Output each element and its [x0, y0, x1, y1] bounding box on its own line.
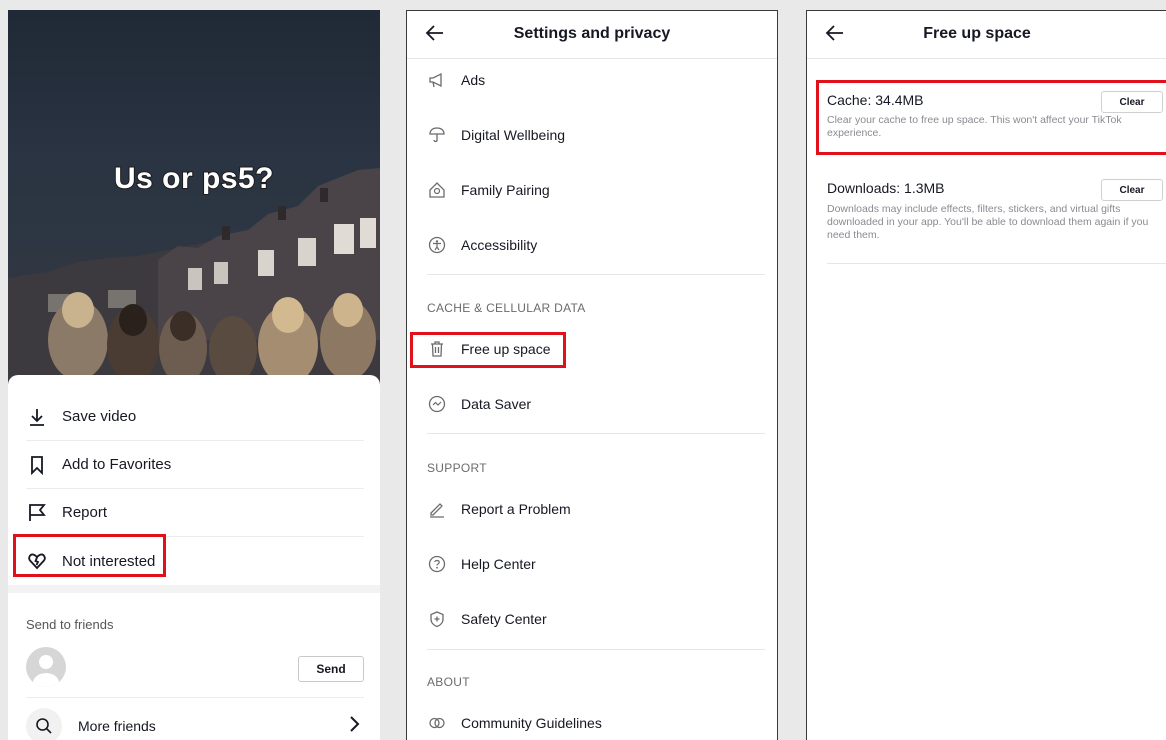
add-to-favorites-button[interactable]: Add to Favorites [26, 441, 364, 489]
report-button[interactable]: Report [26, 489, 364, 537]
settings-item-digital-wellbeing[interactable]: Digital Wellbeing [427, 120, 765, 150]
settings-item-label: Digital Wellbeing [461, 127, 566, 143]
section-header-about: ABOUT [427, 675, 470, 689]
not-interested-button[interactable]: Not interested [26, 537, 364, 585]
settings-item-label: Report a Problem [461, 501, 571, 517]
bookmark-icon [26, 454, 48, 476]
cache-description: Clear your cache to free up space. This … [827, 114, 1122, 139]
settings-item-data-saver[interactable]: Data Saver [427, 389, 765, 419]
shield-icon [427, 609, 447, 629]
more-friends-label: More friends [78, 717, 156, 734]
page-title: Settings and privacy [513, 25, 671, 42]
megaphone-icon [427, 70, 447, 90]
settings-item-accessibility[interactable]: Accessibility [427, 230, 765, 260]
settings-item-label: Ads [461, 72, 486, 88]
avatar[interactable] [26, 647, 66, 687]
broken-heart-icon [26, 550, 48, 572]
settings-item-label: Data Saver [461, 396, 532, 412]
report-label: Report [62, 504, 108, 521]
section-header-support: SUPPORT [427, 461, 487, 475]
settings-item-safety-center[interactable]: Safety Center [427, 604, 765, 634]
download-icon [26, 406, 48, 428]
umbrella-icon [427, 125, 447, 145]
not-interested-label: Not interested [62, 552, 156, 570]
help-icon [427, 554, 447, 574]
save-video-button[interactable]: Save video [26, 393, 364, 441]
section-divider [8, 585, 380, 593]
send-button[interactable]: Send [298, 656, 364, 682]
divider [427, 649, 765, 650]
search-icon [26, 707, 62, 740]
rings-icon [427, 713, 447, 733]
settings-item-label: Safety Center [461, 611, 547, 627]
divider [827, 263, 1166, 264]
flag-icon [26, 502, 48, 524]
house-icon [427, 180, 447, 200]
settings-item-label: Free up space [461, 341, 551, 357]
settings-item-label: Family Pairing [461, 182, 550, 198]
more-friends-button[interactable]: More friends [26, 697, 364, 740]
divider [427, 274, 765, 275]
cache-size-label: Cache: 34.4MB [827, 92, 924, 108]
clear-downloads-button[interactable]: Clear [1101, 179, 1163, 201]
accessibility-icon [427, 235, 447, 255]
settings-privacy-panel: Settings and privacy Ads Digital Wellbei… [406, 10, 778, 740]
downloads-description: Downloads may include effects, filters, … [827, 203, 1149, 241]
trash-icon [427, 339, 447, 359]
header: Settings and privacy [407, 11, 777, 59]
pencil-icon [427, 499, 447, 519]
free-up-space-panel: Free up space Cache: 34.4MB Clear Clear … [806, 10, 1166, 740]
save-video-label: Save video [62, 408, 137, 425]
chevron-right-icon [348, 715, 360, 736]
share-sheet: Save video Add to Favorites Report Not i… [8, 375, 380, 740]
data-saver-icon [427, 394, 447, 414]
settings-item-help-center[interactable]: Help Center [427, 549, 765, 579]
video-caption: Us or ps5? [113, 161, 275, 196]
settings-item-family-pairing[interactable]: Family Pairing [427, 175, 765, 205]
settings-item-label: Accessibility [461, 237, 538, 253]
page-title: Free up space [923, 25, 1031, 42]
settings-item-ads[interactable]: Ads [427, 65, 765, 95]
downloads-size-label: Downloads: 1.3MB [827, 180, 945, 196]
settings-item-free-up-space[interactable]: Free up space [427, 334, 765, 364]
video-share-panel: Us or ps5? Save video Add to Favorites R… [8, 10, 380, 740]
settings-item-report-problem[interactable]: Report a Problem [427, 494, 765, 524]
settings-item-label: Help Center [461, 556, 536, 572]
section-header-cache: CACHE & CELLULAR DATA [427, 301, 586, 315]
send-to-friends-heading: Send to friends [26, 617, 114, 632]
settings-item-label: Community Guidelines [461, 715, 602, 731]
header: Free up space [807, 11, 1166, 59]
add-to-favorites-label: Add to Favorites [62, 456, 172, 473]
settings-item-community-guidelines[interactable]: Community Guidelines [427, 708, 765, 738]
clear-cache-button[interactable]: Clear [1101, 91, 1163, 113]
divider [427, 433, 765, 434]
video-preview[interactable]: Us or ps5? [8, 10, 380, 385]
video-scene-illustration [8, 168, 380, 385]
